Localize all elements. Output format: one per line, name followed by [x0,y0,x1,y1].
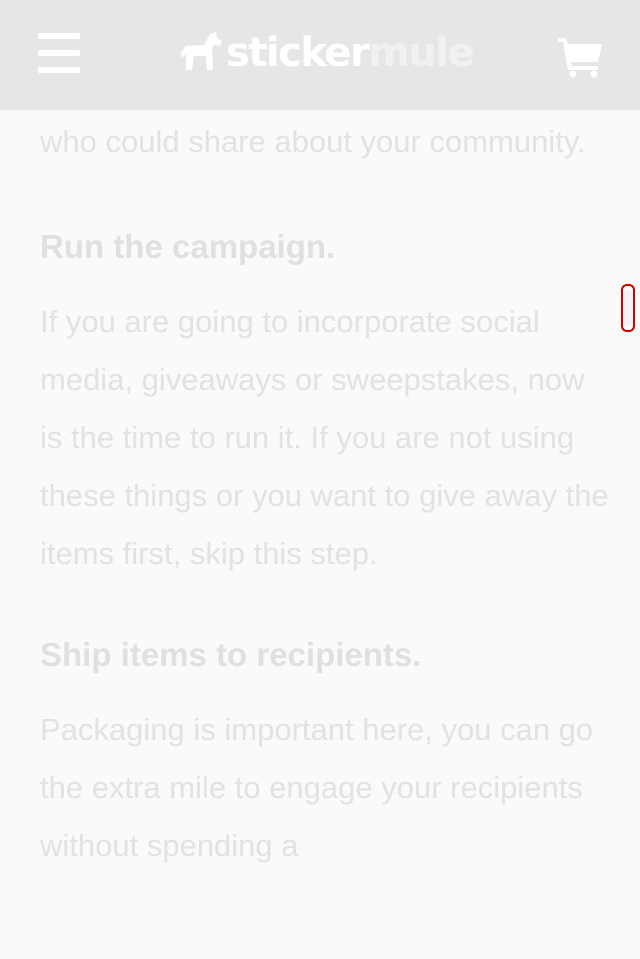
menu-bar-line [38,33,80,39]
side-feedback-tab[interactable] [621,284,635,332]
hamburger-menu-icon[interactable] [38,33,80,73]
article-paragraph: Packaging is important here, you can go … [40,712,594,863]
side-tab-inner [624,290,632,326]
stickermule-logo[interactable]: stickermule [180,28,475,78]
menu-bar-line [38,50,80,56]
mule-icon [181,32,222,70]
top-nav-bar: stickermule [0,0,640,110]
logo-text-sticker: sticker [226,30,370,76]
logo-wordmark: stickermule [226,28,475,78]
shopping-cart-icon[interactable] [556,36,604,78]
article-paragraph: who could share about your community. [40,124,586,159]
article-paragraph: If you are going to incorporate social m… [40,304,609,571]
cart-glyph [558,38,602,78]
blog-article-content: who could share about your community. Ru… [40,110,610,875]
section-heading: Ship items to recipients. [40,636,422,673]
section-heading: Run the campaign. [40,228,336,265]
logo-text-mule: mule [368,30,475,76]
menu-bar-line [38,67,80,73]
